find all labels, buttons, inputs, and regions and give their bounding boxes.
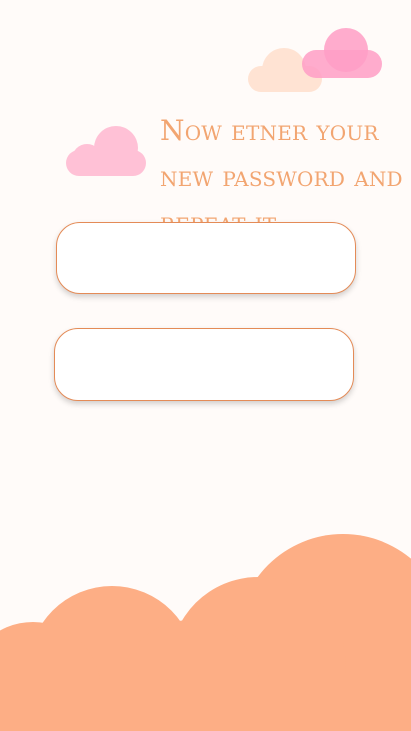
cloud-hills-decoration	[0, 534, 411, 731]
